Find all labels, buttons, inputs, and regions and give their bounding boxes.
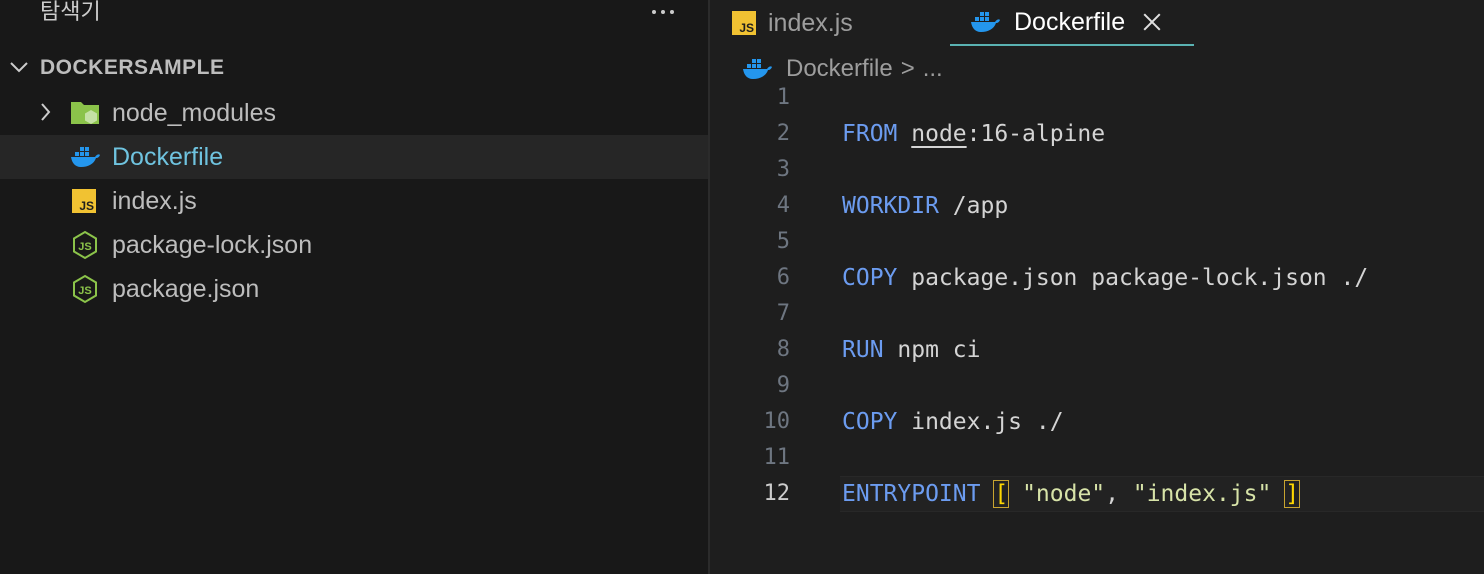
line-number: 3 bbox=[776, 157, 790, 182]
code-line: 1 bbox=[710, 80, 1484, 116]
js-icon: JS bbox=[732, 11, 756, 35]
code-line: 3 bbox=[710, 152, 1484, 188]
code-line: 9 bbox=[710, 368, 1484, 404]
tab-label: Dockerfile bbox=[1014, 7, 1126, 36]
code-text: WORKDIR /app bbox=[842, 193, 1009, 219]
tree-item-label: package-lock.json bbox=[112, 231, 313, 259]
code-text: FROM node:16-alpine bbox=[842, 121, 1106, 147]
explorer-title: 탐색기 bbox=[40, 0, 101, 24]
code-line: 2 FROM node:16-alpine bbox=[710, 116, 1484, 152]
line-number: 5 bbox=[776, 229, 790, 254]
tree-item-dockerfile[interactable]: Dockerfile bbox=[0, 135, 708, 179]
line-number: 1 bbox=[776, 85, 790, 110]
line-number: 10 bbox=[763, 409, 791, 434]
code-line: 5 bbox=[710, 224, 1484, 260]
docker-icon bbox=[70, 142, 100, 172]
folder-node-icon bbox=[70, 98, 100, 128]
tree-item-package-lock-json[interactable]: JS package-lock.json bbox=[0, 223, 708, 267]
workspace-section-header[interactable]: DOCKERSAMPLE bbox=[0, 50, 708, 86]
tree-item-index-js[interactable]: JS index.js bbox=[0, 179, 708, 223]
line-number: 4 bbox=[776, 193, 790, 218]
more-actions-icon[interactable] bbox=[646, 0, 680, 24]
code-text: COPY index.js ./ bbox=[842, 409, 1064, 435]
tree-item-label: index.js bbox=[112, 187, 197, 215]
explorer-sidebar: 탐색기 DOCKERSAMPLE node_modules Dockerfile… bbox=[0, 0, 708, 574]
tree-item-package-json[interactable]: JS package.json bbox=[0, 267, 708, 311]
code-line: 8 RUN npm ci bbox=[710, 332, 1484, 368]
line-number: 12 bbox=[763, 481, 791, 506]
breadcrumb-symbols[interactable]: ... bbox=[923, 55, 943, 83]
line-number: 2 bbox=[776, 121, 790, 146]
chevron-right-icon bbox=[34, 91, 58, 135]
tree-item-label: Dockerfile bbox=[112, 143, 224, 171]
code-text: COPY package.json package-lock.json ./ bbox=[842, 265, 1369, 291]
tab-dockerfile[interactable]: Dockerfile bbox=[950, 0, 1194, 46]
code-line: 10 COPY index.js ./ bbox=[710, 404, 1484, 440]
code-line: 11 bbox=[710, 440, 1484, 476]
line-number: 8 bbox=[776, 337, 790, 362]
tab-index-js[interactable]: JS index.js bbox=[732, 0, 853, 46]
tree-item-label: node_modules bbox=[112, 99, 277, 127]
chevron-down-icon bbox=[0, 50, 40, 86]
svg-text:JS: JS bbox=[78, 285, 91, 297]
code-line: 6 COPY package.json package-lock.json ./ bbox=[710, 260, 1484, 296]
code-line: 7 bbox=[710, 296, 1484, 332]
line-number: 7 bbox=[776, 301, 790, 326]
close-icon[interactable] bbox=[1141, 11, 1163, 33]
code-line: 4 WORKDIR /app bbox=[710, 188, 1484, 224]
line-number: 9 bbox=[776, 373, 790, 398]
nodejs-icon: JS bbox=[70, 274, 100, 304]
svg-text:JS: JS bbox=[78, 241, 91, 253]
breadcrumb-separator: > bbox=[900, 55, 915, 82]
line-number: 6 bbox=[776, 265, 790, 290]
tab-bar: JS index.js Dockerfile bbox=[710, 0, 1484, 46]
docker-icon bbox=[970, 7, 1000, 37]
image-name-link[interactable]: node bbox=[911, 121, 966, 147]
code-editor[interactable]: 1 2 FROM node:16-alpine 3 4 WORKDIR /app… bbox=[710, 84, 1484, 574]
code-text: ENTRYPOINT [ "node", "index.js" ] bbox=[842, 480, 1301, 508]
code-text: RUN npm ci bbox=[842, 337, 981, 363]
line-number: 11 bbox=[763, 445, 791, 470]
bracket-match: [ bbox=[993, 480, 1010, 508]
breadcrumb-file[interactable]: Dockerfile bbox=[786, 55, 893, 83]
workspace-name: DOCKERSAMPLE bbox=[40, 56, 225, 79]
bracket-match: ] bbox=[1284, 480, 1301, 508]
nodejs-icon: JS bbox=[70, 230, 100, 260]
tree-item-label: package.json bbox=[112, 275, 260, 303]
code-line-current: 12 ENTRYPOINT [ "node", "index.js" ] bbox=[710, 476, 1484, 512]
tab-label: index.js bbox=[768, 8, 853, 37]
tree-item-node-modules[interactable]: node_modules bbox=[0, 91, 708, 135]
js-icon: JS bbox=[72, 189, 102, 219]
